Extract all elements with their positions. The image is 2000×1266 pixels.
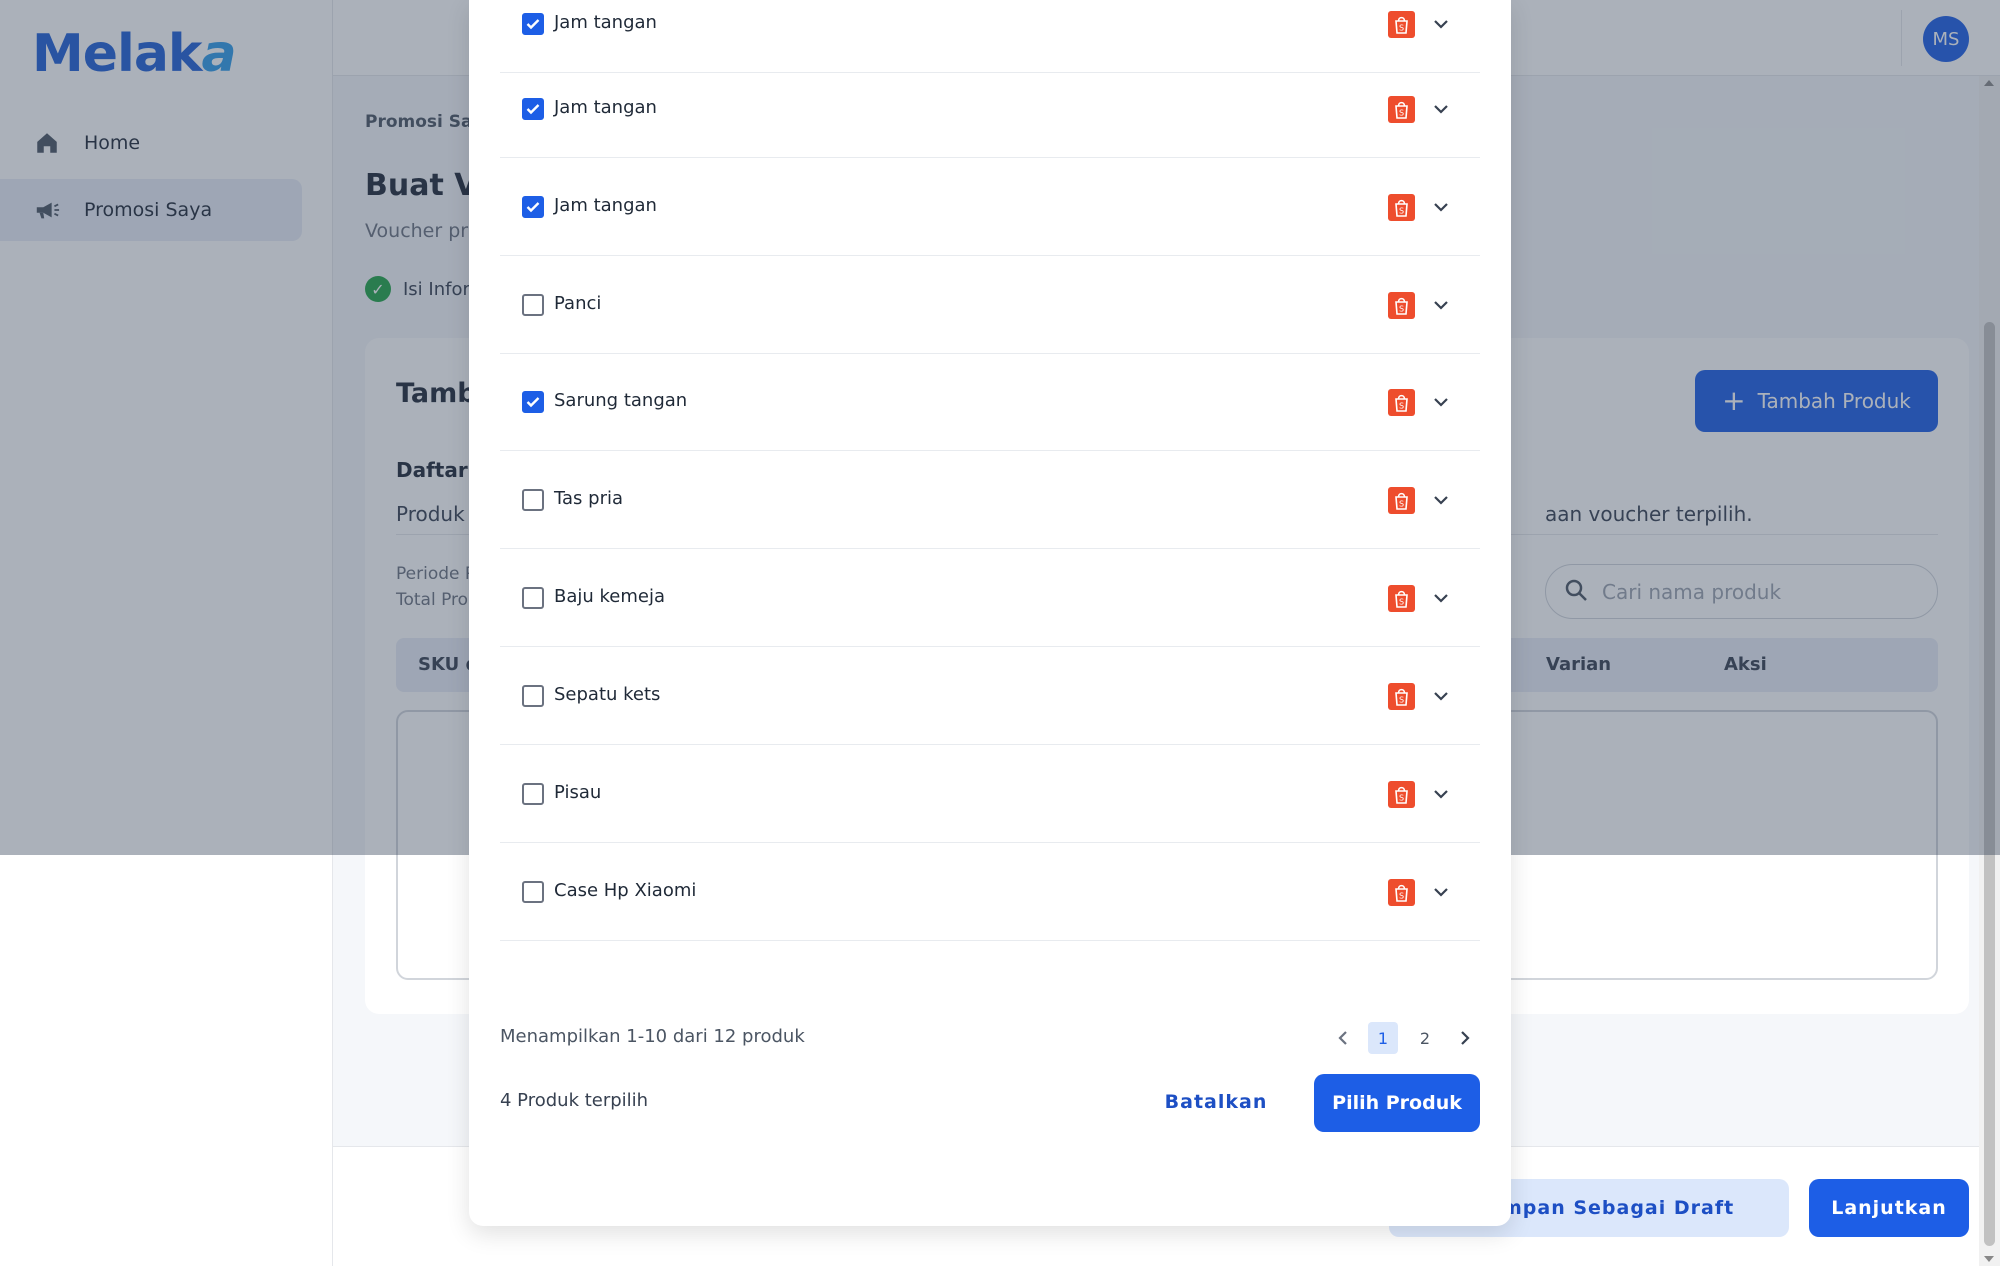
shopee-icon: S (1388, 487, 1415, 514)
shopee-icon: S (1388, 781, 1415, 808)
svg-text:S: S (1399, 24, 1404, 33)
checkbox-checked[interactable] (522, 391, 544, 413)
select-product-modal: Jam tangan S Jam tangan S Jam tangan S Panci S S… (469, 0, 1511, 1226)
shopee-icon: S (1388, 96, 1415, 123)
product-name: Case Hp Xiaomi (554, 880, 697, 901)
checkbox[interactable] (522, 489, 544, 511)
svg-text:S: S (1399, 402, 1404, 411)
chevron-down-icon[interactable] (1432, 15, 1450, 33)
page-1-button[interactable]: 1 (1368, 1022, 1398, 1054)
chevron-down-icon[interactable] (1432, 393, 1450, 411)
chevron-down-icon[interactable] (1432, 100, 1450, 118)
next-button[interactable]: Lanjutkan (1809, 1179, 1969, 1237)
checkbox[interactable] (522, 783, 544, 805)
svg-text:S: S (1399, 500, 1404, 509)
product-row[interactable]: Sepatu kets S (500, 647, 1480, 745)
product-name: Tas pria (554, 488, 624, 509)
shopee-icon: S (1388, 585, 1415, 612)
next-page-chevron-right-icon[interactable] (1450, 1022, 1480, 1054)
pagination: 1 2 (1328, 1022, 1480, 1054)
product-name: Jam tangan (554, 12, 657, 33)
product-row[interactable]: Pisau S (500, 745, 1480, 843)
checkbox[interactable] (522, 294, 544, 316)
select-product-button[interactable]: Pilih Produk (1314, 1074, 1480, 1132)
product-row[interactable]: Tas pria S (500, 451, 1480, 549)
checkbox[interactable] (522, 587, 544, 609)
shopee-icon: S (1388, 292, 1415, 319)
scroll-down-arrow-icon[interactable] (1984, 1256, 1994, 1262)
chevron-down-icon[interactable] (1432, 785, 1450, 803)
checkbox[interactable] (522, 881, 544, 903)
svg-text:S: S (1399, 207, 1404, 216)
product-name: Sepatu kets (554, 684, 661, 705)
product-row[interactable]: Case Hp Xiaomi S (500, 843, 1480, 941)
selected-count: 4 Produk terpilih (500, 1090, 649, 1111)
chevron-down-icon[interactable] (1432, 687, 1450, 705)
cancel-button[interactable]: Batalkan (1126, 1074, 1306, 1130)
product-name: Jam tangan (554, 97, 657, 118)
product-row[interactable]: Jam tangan S (500, 158, 1480, 256)
prev-page-chevron-left-icon[interactable] (1328, 1022, 1358, 1054)
product-row[interactable]: Jam tangan S (500, 60, 1480, 158)
product-name: Sarung tangan (554, 390, 688, 411)
product-name: Panci (554, 293, 602, 314)
chevron-down-icon[interactable] (1432, 491, 1450, 509)
svg-text:S: S (1399, 696, 1404, 705)
checkbox-checked[interactable] (522, 98, 544, 120)
chevron-down-icon[interactable] (1432, 883, 1450, 901)
shopee-icon: S (1388, 11, 1415, 38)
pagination-summary: Menampilkan 1-10 dari 12 produk (500, 1026, 805, 1047)
shopee-icon: S (1388, 194, 1415, 221)
page-2-button[interactable]: 2 (1410, 1022, 1440, 1054)
svg-text:S: S (1399, 598, 1404, 607)
chevron-down-icon[interactable] (1432, 296, 1450, 314)
checkbox-checked[interactable] (522, 13, 544, 35)
svg-text:S: S (1399, 109, 1404, 118)
product-row[interactable]: Sarung tangan S (500, 353, 1480, 451)
product-row[interactable]: Panci S (500, 256, 1480, 354)
svg-text:S: S (1399, 892, 1404, 901)
chevron-down-icon[interactable] (1432, 589, 1450, 607)
checkbox[interactable] (522, 685, 544, 707)
shopee-icon: S (1388, 879, 1415, 906)
product-row[interactable]: Baju kemeja S (500, 549, 1480, 647)
svg-text:S: S (1399, 305, 1404, 314)
checkbox-checked[interactable] (522, 196, 544, 218)
shopee-icon: S (1388, 389, 1415, 416)
product-name: Pisau (554, 782, 602, 803)
product-name: Baju kemeja (554, 586, 666, 607)
product-name: Jam tangan (554, 195, 657, 216)
shopee-icon: S (1388, 683, 1415, 710)
svg-text:S: S (1399, 794, 1404, 803)
chevron-down-icon[interactable] (1432, 198, 1450, 216)
